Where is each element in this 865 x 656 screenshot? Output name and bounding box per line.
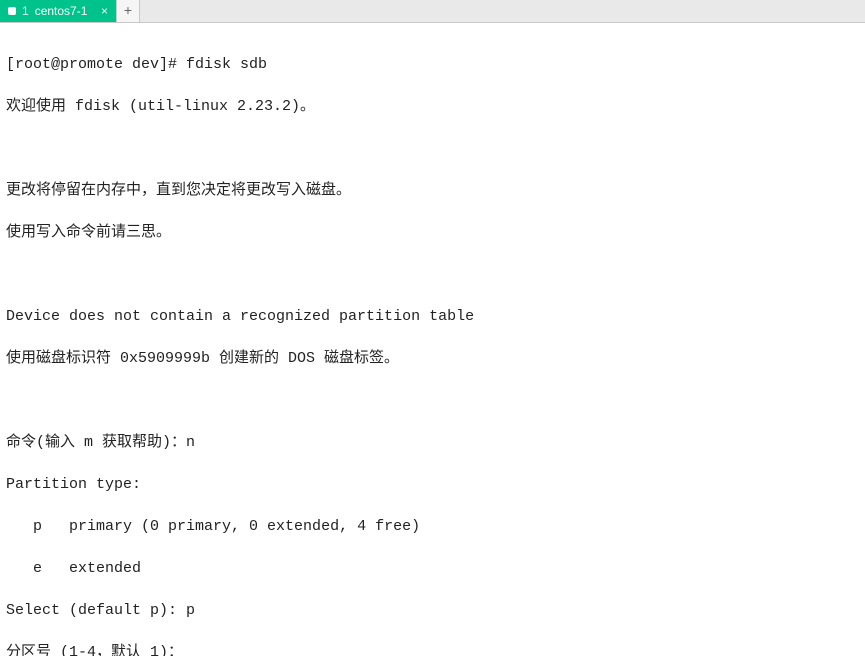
output-line: 欢迎使用 fdisk (util-linux 2.23.2)。 xyxy=(6,96,859,117)
tab-indicator-icon xyxy=(8,7,16,15)
tab-bar: 1 centos7-1 × + xyxy=(0,0,865,23)
output-line: p primary (0 primary, 0 extended, 4 free… xyxy=(6,516,859,537)
blank-line xyxy=(6,264,859,285)
output-line: 分区号 (1-4，默认 1)： xyxy=(6,642,859,656)
add-tab-button[interactable]: + xyxy=(117,0,140,22)
shell-prompt: [root@promote dev]# xyxy=(6,56,186,73)
blank-line xyxy=(6,138,859,159)
blank-line xyxy=(6,390,859,411)
prompt-line: [root@promote dev]# fdisk sdb xyxy=(6,54,859,75)
output-line: Select (default p): p xyxy=(6,600,859,621)
command-text: fdisk sdb xyxy=(186,56,267,73)
terminal-output[interactable]: [root@promote dev]# fdisk sdb 欢迎使用 fdisk… xyxy=(0,23,865,656)
output-line: 使用写入命令前请三思。 xyxy=(6,222,859,243)
tab-label: centos7-1 xyxy=(35,3,88,20)
tab-active[interactable]: 1 centos7-1 × xyxy=(0,0,117,22)
close-icon[interactable]: × xyxy=(101,3,108,20)
output-line: e extended xyxy=(6,558,859,579)
output-line: 更改将停留在内存中，直到您决定将更改写入磁盘。 xyxy=(6,180,859,201)
output-line: 命令(输入 m 获取帮助)：n xyxy=(6,432,859,453)
tab-index: 1 xyxy=(22,3,29,20)
output-line: 使用磁盘标识符 0x5909999b 创建新的 DOS 磁盘标签。 xyxy=(6,348,859,369)
output-line: Partition type: xyxy=(6,474,859,495)
output-line: Device does not contain a recognized par… xyxy=(6,306,859,327)
